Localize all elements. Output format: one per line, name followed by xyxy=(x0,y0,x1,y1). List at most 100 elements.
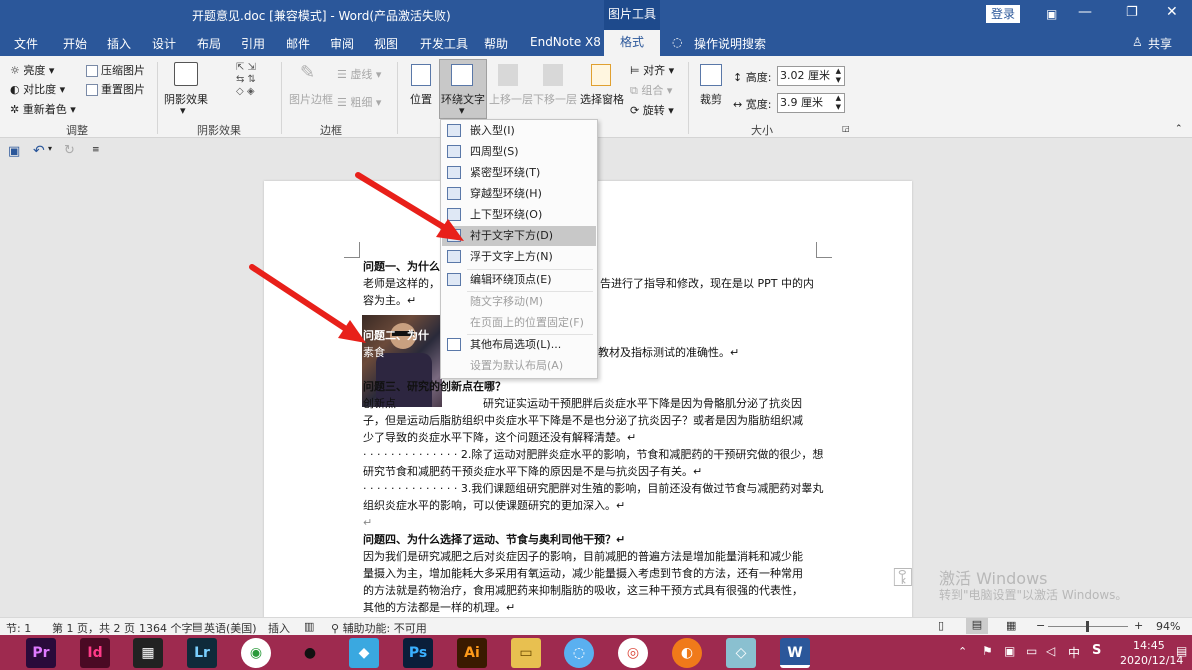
wrap-square-icon xyxy=(447,145,461,158)
tab-layout[interactable]: 布局 xyxy=(197,35,221,52)
login-button[interactable]: 登录 xyxy=(986,5,1020,23)
network-icon[interactable]: ▣ xyxy=(1004,644,1015,658)
rotate-button[interactable]: ⟳ 旋转 ▾ xyxy=(630,102,674,118)
send-backward-button[interactable]: 下移一层 xyxy=(533,91,577,107)
doc-line: 问题四、为什么选择了运动、节食与奥利司他干预？↵ xyxy=(363,533,626,546)
crop-icon xyxy=(700,64,722,86)
width-spinner-icon[interactable]: ▲ ▼ xyxy=(836,94,841,112)
tab-format[interactable]: 格式 xyxy=(604,30,660,56)
word-app[interactable]: W xyxy=(780,638,810,668)
selection-pane-button[interactable]: 选择窗格 xyxy=(580,91,624,107)
accessibility-checker[interactable]: ⚲ 辅助功能: 不可用 xyxy=(331,620,427,636)
compress-pictures-button[interactable]: 压缩图片 xyxy=(86,62,145,78)
bring-forward-button[interactable]: 上移一层 xyxy=(489,91,533,107)
redo-icon[interactable]: ↻ xyxy=(64,143,75,158)
collapse-ribbon-icon[interactable]: ⌃ xyxy=(1175,124,1183,134)
tab-help[interactable]: 帮助 xyxy=(484,35,508,52)
minimize-button[interactable]: — xyxy=(1078,4,1092,20)
premiere-app[interactable]: Pr xyxy=(26,638,56,668)
brightness-button[interactable]: ☼ 亮度 ▾ xyxy=(10,62,54,78)
print-layout-icon[interactable]: ▤ xyxy=(966,618,988,634)
browser-360-app[interactable]: ◉ xyxy=(241,638,271,668)
indesign-app[interactable]: Id xyxy=(80,638,110,668)
illustrator-app[interactable]: Ai xyxy=(457,638,487,668)
chat-app[interactable]: ◌ xyxy=(564,638,594,668)
recolor-button[interactable]: ✲ 重新着色 ▾ xyxy=(10,101,76,117)
zoom-slider-thumb[interactable] xyxy=(1086,621,1089,632)
width-input[interactable]: 3.9 厘米 ▲ ▼ xyxy=(777,93,845,113)
weight-button[interactable]: ☰ 粗细 ▾ xyxy=(337,94,381,110)
reset-picture-button[interactable]: 重置图片 xyxy=(86,81,145,97)
tray-chevron-icon[interactable]: ⌃ xyxy=(958,645,967,658)
position-button[interactable]: 位置 xyxy=(410,91,432,107)
tab-insert[interactable]: 插入 xyxy=(107,35,131,52)
tab-references[interactable]: 引用 xyxy=(241,35,265,52)
selection-pane-icon xyxy=(591,64,611,86)
chevron-down-icon[interactable]: ▾ xyxy=(48,144,52,153)
arrow-line-bottom xyxy=(249,264,355,336)
height-spinner-icon[interactable]: ▲ ▼ xyxy=(836,67,841,85)
height-input[interactable]: 3.02 厘米 ▲ ▼ xyxy=(777,66,845,86)
bird-app[interactable]: ◆ xyxy=(349,638,379,668)
photoshop-app[interactable]: Ps xyxy=(403,638,433,668)
sogou-icon[interactable]: S xyxy=(1092,643,1101,658)
menu-item-inline[interactable]: 嵌入型(I) xyxy=(442,121,596,141)
notes-app[interactable]: ◇ xyxy=(726,638,756,668)
word-count[interactable]: 1364 个字 xyxy=(139,620,193,636)
maximize-button[interactable]: ❐ xyxy=(1126,5,1138,20)
macro-icon[interactable]: ▥ xyxy=(304,620,314,633)
bring-forward-icon xyxy=(498,64,518,86)
contrast-button[interactable]: ◐ 对比度 ▾ xyxy=(10,81,65,97)
language-indicator[interactable]: 英语(美国) xyxy=(204,620,257,636)
share-button[interactable]: 共享 xyxy=(1148,35,1172,52)
crop-button[interactable]: 裁剪 xyxy=(700,91,722,107)
tab-review[interactable]: 审阅 xyxy=(330,35,354,52)
display-icon[interactable]: ▭ xyxy=(1026,644,1037,658)
align-button[interactable]: ⊨ 对齐 ▾ xyxy=(630,62,674,78)
insert-mode[interactable]: 插入 xyxy=(268,620,290,636)
clock-time[interactable]: 14:45 xyxy=(1133,639,1165,652)
size-dialog-launcher-icon[interactable]: ◲ xyxy=(842,124,850,133)
dash-button[interactable]: ☰ 虚线 ▾ xyxy=(337,66,381,82)
shadow-nudge-icons[interactable]: ⇱ ⇲ ⇆ ⇅ ◇ ◈ xyxy=(236,62,258,112)
media-app[interactable]: ◐ xyxy=(672,638,702,668)
shadow-effects-icon[interactable] xyxy=(174,62,198,86)
picture-border-button[interactable]: 图片边框 xyxy=(289,91,333,107)
file-explorer-app[interactable]: ▭ xyxy=(511,638,541,668)
close-button[interactable]: ✕ xyxy=(1166,4,1178,20)
ime-indicator[interactable]: 中 xyxy=(1068,644,1080,661)
tab-file[interactable]: 文件 xyxy=(14,35,38,52)
tab-mailings[interactable]: 邮件 xyxy=(286,35,310,52)
tab-design[interactable]: 设计 xyxy=(152,35,176,52)
zoom-out-button[interactable]: − xyxy=(1036,619,1045,632)
undo-icon[interactable]: ↶ xyxy=(33,143,45,159)
width-icon: ↔ xyxy=(733,98,743,111)
tell-me-search[interactable]: 操作说明搜索 xyxy=(694,35,766,52)
tab-home[interactable]: 开始 xyxy=(63,35,87,52)
web-layout-icon[interactable]: ▦ xyxy=(1006,619,1016,632)
menu-item-square[interactable]: 四周型(S) xyxy=(442,142,596,162)
clock-date[interactable]: 2020/12/14 xyxy=(1120,654,1183,667)
read-mode-icon[interactable]: ▯ xyxy=(938,619,944,632)
section-indicator[interactable]: 节: 1 xyxy=(6,620,31,636)
volume-icon[interactable]: ◁ xyxy=(1046,644,1055,658)
group-button[interactable]: ⧉ 组合 ▾ xyxy=(630,82,672,98)
customize-qat-icon[interactable]: ≡ xyxy=(92,145,100,155)
shadow-effects-button[interactable]: 阴影效果 xyxy=(164,91,208,107)
notification-icon[interactable]: ▤ xyxy=(1176,644,1187,658)
qq-app[interactable]: ● xyxy=(295,638,325,668)
tray-app-icon[interactable]: ⚑ xyxy=(982,644,993,658)
tab-developer[interactable]: 开发工具 xyxy=(420,35,468,52)
page-indicator[interactable]: 第 1 页，共 2 页 xyxy=(52,620,135,636)
doc-line: 创新点 xyxy=(363,397,396,410)
ribbon-display-icon[interactable]: ▣ xyxy=(1046,7,1057,21)
zoom-level[interactable]: 94% xyxy=(1156,620,1180,633)
lightroom-app[interactable]: Lr xyxy=(187,638,217,668)
save-icon[interactable]: ▣ xyxy=(8,144,20,159)
proofing-icon[interactable]: ▤ xyxy=(192,620,202,633)
zoom-in-button[interactable]: + xyxy=(1134,619,1143,632)
chrome-app[interactable]: ◎ xyxy=(618,638,648,668)
tab-endnote[interactable]: EndNote X8 xyxy=(530,35,601,49)
video-app[interactable]: ▦ xyxy=(133,638,163,668)
tab-view[interactable]: 视图 xyxy=(374,35,398,52)
